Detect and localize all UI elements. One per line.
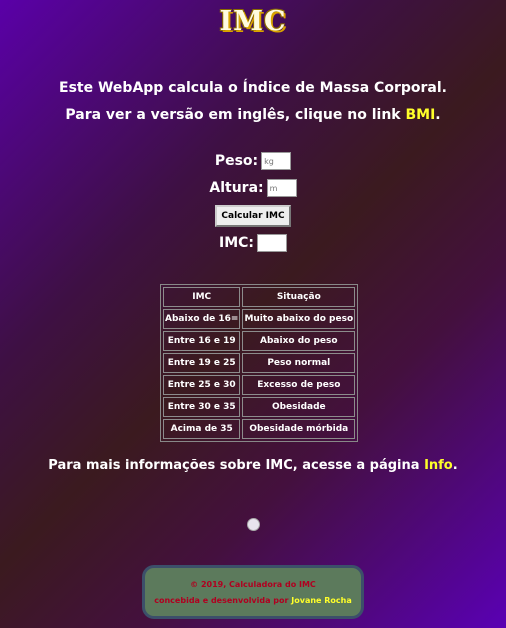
table-row: Acima de 35 Obesidade mórbida (163, 419, 356, 439)
table-header-situacao: Situação (242, 287, 356, 307)
button-row: Calcular IMC (0, 205, 506, 227)
imc-table: IMC Situação Abaixo de 16= Muito abaixo … (160, 284, 359, 442)
intro-line-1: Este WebApp calcula o Índice de Massa Co… (0, 80, 506, 96)
table-header-imc: IMC (163, 287, 241, 307)
footer-credits: concebida e desenvolvida por Jovane Roch… (145, 596, 361, 605)
table-cell-situacao: Abaixo do peso (242, 331, 356, 351)
footer: © 2019, Calculadora do IMC concebida e d… (142, 565, 364, 619)
table-row: Entre 25 e 30 Excesso de peso (163, 375, 356, 395)
table-cell-situacao: Obesidade (242, 397, 356, 417)
table-row: Entre 19 e 25 Peso normal (163, 353, 356, 373)
peso-label: Peso: (214, 153, 259, 169)
calcular-imc-button[interactable]: Calcular IMC (215, 205, 291, 227)
table-cell-imc: Abaixo de 16= (163, 309, 241, 329)
footer-author: Jovane Rocha (291, 596, 352, 605)
intro-text-2: Para ver a versão em inglês, clique no l… (65, 107, 406, 123)
page-title: IMC (219, 6, 287, 37)
table-row: Entre 30 e 35 Obesidade (163, 397, 356, 417)
table-cell-imc: Acima de 35 (163, 419, 241, 439)
peso-input[interactable] (261, 152, 292, 170)
imc-row: IMC: (0, 234, 506, 252)
table-cell-imc: Entre 25 e 30 (163, 375, 241, 395)
imc-label: IMC: (218, 235, 254, 251)
table-row: Entre 16 e 19 Abaixo do peso (163, 331, 356, 351)
altura-input[interactable] (266, 179, 297, 197)
footer-credits-prefix: concebida e desenvolvida por (154, 596, 292, 605)
cursor-dot-icon (247, 518, 260, 531)
table-cell-imc: Entre 16 e 19 (163, 331, 241, 351)
table-cell-situacao: Muito abaixo do peso (242, 309, 356, 329)
bmi-link[interactable]: BMI (405, 107, 435, 123)
intro-text-1: Este WebApp calcula o Índice de Massa Co… (59, 80, 447, 96)
more-info-text: Para mais informações sobre IMC, acesse … (0, 458, 506, 473)
more-info-prefix: Para mais informações sobre IMC, acesse … (48, 458, 425, 473)
peso-row: Peso: (0, 152, 506, 170)
table-header-row: IMC Situação (163, 287, 356, 307)
table-cell-situacao: Peso normal (242, 353, 356, 373)
intro-line-2: Para ver a versão em inglês, clique no l… (0, 107, 506, 123)
more-info-suffix: . (452, 458, 458, 473)
altura-row: Altura: (0, 179, 506, 197)
table-cell-situacao: Obesidade mórbida (242, 419, 356, 439)
footer-copyright: © 2019, Calculadora do IMC (190, 580, 316, 589)
table-cell-situacao: Excesso de peso (242, 375, 356, 395)
intro-text-2-suffix: . (435, 107, 441, 123)
altura-label: Altura: (209, 180, 264, 196)
table-cell-imc: Entre 30 e 35 (163, 397, 241, 417)
info-link[interactable]: Info (424, 458, 453, 473)
imc-output[interactable] (257, 234, 287, 252)
table-row: Abaixo de 16= Muito abaixo do peso (163, 309, 356, 329)
table-cell-imc: Entre 19 e 25 (163, 353, 241, 373)
